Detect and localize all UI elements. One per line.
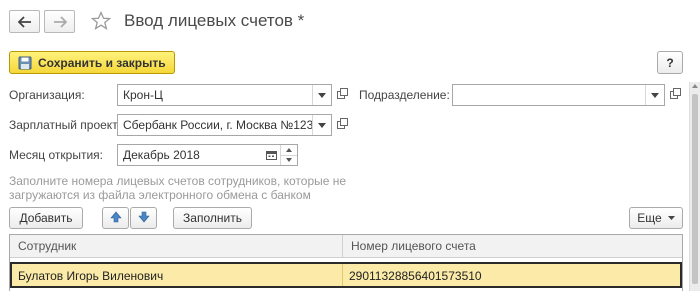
chevron-down-icon[interactable]: [312, 115, 331, 135]
open-month-label: Месяц открытия:: [9, 148, 103, 162]
open-form-icon: [669, 88, 681, 102]
salary-project-open-button[interactable]: [333, 114, 351, 136]
floppy-disk-icon: [18, 56, 32, 70]
organization-label: Организация:: [9, 88, 85, 102]
arrow-down-icon: [137, 211, 150, 226]
salary-project-label: Зарплатный проект:: [9, 118, 122, 132]
open-month-value: Декабрь 2018: [123, 148, 200, 162]
vertical-scrollbar[interactable]: [689, 82, 700, 291]
column-header-account[interactable]: Номер лицевого счета: [342, 235, 682, 257]
arrow-up-icon: [109, 211, 122, 226]
column-header-employee[interactable]: Сотрудник: [10, 235, 342, 257]
add-button[interactable]: Добавить: [9, 207, 83, 229]
page-title: Ввод лицевых счетов *: [124, 11, 305, 30]
department-open-button[interactable]: [666, 84, 684, 106]
calendar-icon[interactable]: [262, 145, 280, 165]
help-button[interactable]: ?: [657, 51, 683, 74]
cell-account[interactable]: 29011328856401573510: [342, 264, 680, 286]
arrow-right-icon: [53, 15, 67, 28]
chevron-down-icon[interactable]: [645, 85, 664, 105]
table-header: Сотрудник Номер лицевого счета: [10, 235, 682, 258]
open-form-icon: [336, 88, 348, 102]
increment-icon[interactable]: [281, 145, 297, 156]
save-and-close-button[interactable]: Сохранить и закрыть: [9, 51, 175, 74]
favorite-button[interactable]: [90, 10, 112, 34]
back-button[interactable]: [9, 10, 40, 33]
scroll-up-icon: [692, 84, 698, 88]
chevron-down-icon: [667, 216, 675, 220]
table-row[interactable]: Булатов Игорь Виленович 2901132885640157…: [10, 262, 682, 288]
forward-button[interactable]: [44, 10, 75, 33]
salary-project-value: Сбербанк России, г. Москва №123: [123, 118, 312, 132]
organization-open-button[interactable]: [333, 84, 351, 106]
scroll-thumb[interactable]: [692, 94, 698, 284]
cell-employee[interactable]: Булатов Игорь Виленович: [12, 264, 342, 286]
save-and-close-label: Сохранить и закрыть: [38, 55, 166, 70]
arrow-left-icon: [17, 15, 32, 28]
hint-line-1: Заполните номера лицевых счетов сотрудни…: [9, 174, 347, 188]
move-up-button[interactable]: [102, 207, 129, 229]
accounts-table: Сотрудник Номер лицевого счета Булатов И…: [9, 234, 683, 291]
move-down-button[interactable]: [130, 207, 157, 229]
organization-value: Крон-Ц: [123, 88, 163, 102]
organization-field[interactable]: Крон-Ц: [117, 84, 332, 106]
hint-line-2: загружаются из файла электронного обмена…: [9, 188, 311, 202]
decrement-icon[interactable]: [281, 156, 297, 166]
chevron-down-icon[interactable]: [312, 85, 331, 105]
department-label: Подразделение:: [359, 88, 450, 102]
fill-button[interactable]: Заполнить: [173, 207, 252, 229]
star-icon: [90, 10, 112, 34]
more-label: Еще: [637, 211, 662, 225]
hint-text: Заполните номера лицевых счетов сотрудни…: [9, 174, 346, 202]
open-month-field[interactable]: Декабрь 2018: [117, 144, 298, 166]
salary-project-field[interactable]: Сбербанк России, г. Москва №123: [117, 114, 332, 136]
department-field[interactable]: [452, 84, 665, 106]
month-stepper[interactable]: [280, 145, 297, 165]
more-button[interactable]: Еще: [629, 207, 683, 229]
open-form-icon: [336, 118, 348, 132]
